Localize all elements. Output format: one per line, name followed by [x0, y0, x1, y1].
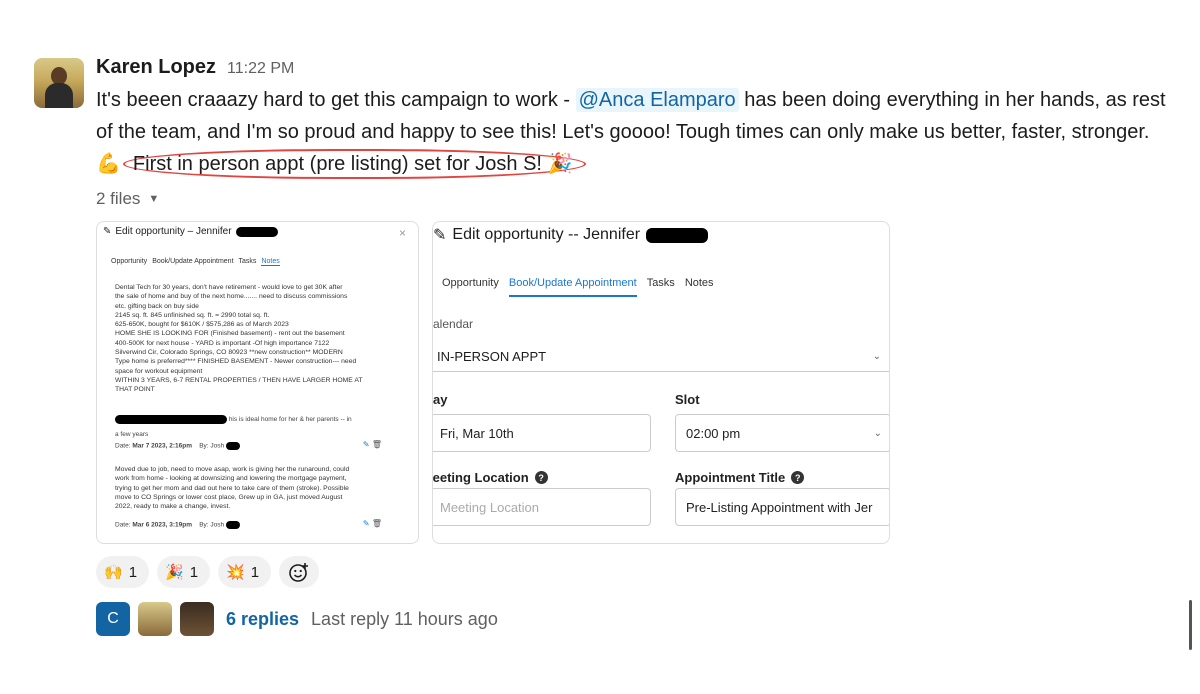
appointment-title-field: Pre-Listing Appointment with Jer — [675, 488, 889, 526]
slot-label: Slot — [675, 392, 700, 407]
thread-summary[interactable]: C 6 replies Last reply 11 hours ago — [96, 602, 498, 636]
file1-note1-meta: Date: Mar 7 2023, 2:16pm By: Josh — [115, 442, 240, 450]
calendar-select: IN-PERSON APPT ⌄ — [433, 342, 889, 372]
edit-icon: ✎ — [103, 226, 112, 237]
circled-text: First in person appt (pre listing) set f… — [132, 153, 548, 175]
note-author: By: Josh — [199, 521, 225, 529]
help-icon: ? — [791, 471, 805, 484]
appointment-title-value: Pre-Listing Appointment with Jer — [686, 499, 873, 515]
day-label: ay — [433, 392, 448, 407]
reaction-raised-hands[interactable]: 🙌 1 — [96, 556, 150, 588]
redaction — [225, 442, 240, 450]
file1-note2-actions: ✎ 🗑 — [363, 519, 382, 528]
file1-note1-tail: his is ideal home for her & her parents … — [115, 415, 352, 424]
party-emoji: 🎉 — [165, 564, 184, 581]
redaction — [646, 227, 709, 243]
add-emoji-icon — [289, 563, 309, 582]
reaction-count: 1 — [128, 563, 138, 581]
thread-avatar — [180, 602, 214, 636]
date-label: Date: — [115, 442, 131, 450]
redaction — [235, 226, 278, 237]
thread-avatar — [138, 602, 172, 636]
help-icon: ? — [534, 471, 548, 484]
note-date: Mar 7 2023, 2:16pm — [132, 442, 192, 450]
slot-select: 02:00 pm ⌄ — [675, 414, 889, 452]
file1-note2-text: Moved due to job, need to move asap, wor… — [115, 466, 350, 511]
file1-note1-tail-text: his is ideal home for her & her parents … — [228, 416, 352, 424]
file1-title-row: ✎ Edit opportunity – Jennifer — [103, 226, 278, 237]
file1-tab-notes: Notes — [261, 258, 280, 266]
replies-link[interactable]: 6 replies — [226, 609, 299, 630]
file-attachment-1[interactable]: ✎ Edit opportunity – Jennifer × Opportun… — [96, 221, 419, 544]
raised-hands-emoji: 🙌 — [104, 564, 123, 581]
calendar-label: alendar — [433, 317, 474, 331]
day-value: Fri, Mar 10th — [440, 425, 514, 441]
file1-tab-opportunity: Opportunity — [111, 258, 148, 265]
files-toggle[interactable]: 2 files ▼ — [96, 188, 1186, 210]
day-field: Fri, Mar 10th — [433, 414, 651, 452]
file2-tabs: Opportunity Book/Update Appointment Task… — [442, 277, 714, 297]
redaction — [225, 521, 240, 529]
edit-icon: ✎ — [433, 227, 447, 244]
file1-note1-actions: ✎ 🗑 — [363, 440, 382, 449]
reaction-party[interactable]: 🎉 1 — [157, 556, 211, 588]
slot-value: 02:00 pm — [686, 425, 741, 441]
message-text-part1: It's beeen craaazy hard to get this camp… — [96, 89, 576, 111]
file2-tab-notes: Notes — [684, 277, 714, 289]
file2-title-row: ✎ Edit opportunity -- Jennifer — [433, 225, 709, 245]
file1-note1-tail2: a few years — [115, 431, 149, 438]
reaction-collision[interactable]: 💥 1 — [218, 556, 272, 588]
file1-note1-text: Dental Tech for 30 years, don't have ret… — [115, 284, 363, 394]
author-name[interactable]: Karen Lopez — [96, 56, 216, 79]
appointment-title-label: Appointment Title — [675, 470, 786, 485]
caret-down-icon: ▼ — [148, 193, 160, 205]
circled-highlight: First in person appt (pre listing) set f… — [122, 149, 587, 179]
collision-emoji: 💥 — [226, 564, 245, 581]
file1-tabs: Opportunity Book/Update Appointment Task… — [111, 258, 280, 266]
meeting-location-field: Meeting Location — [433, 488, 651, 526]
scrollbar[interactable] — [1189, 600, 1192, 650]
file2-tab-book: Book/Update Appointment — [508, 277, 637, 297]
note-date: Mar 6 2023, 3:19pm — [132, 521, 192, 529]
last-reply-time: Last reply 11 hours ago — [311, 608, 498, 629]
date-label: Date: — [115, 521, 131, 529]
file2-tab-tasks: Tasks — [646, 277, 675, 289]
close-icon: × — [398, 226, 406, 240]
redaction — [115, 415, 227, 424]
file1-title: Edit opportunity – Jennifer — [115, 226, 232, 237]
chevron-down-icon: ⌄ — [872, 351, 881, 362]
calendar-value: IN-PERSON APPT — [437, 349, 547, 364]
chevron-down-icon: ⌄ — [873, 427, 882, 439]
thread-avatar-letter: C — [96, 602, 130, 636]
meeting-location-label: leeting Location — [432, 470, 529, 485]
files-count-label: 2 files — [96, 189, 141, 208]
message-timestamp[interactable]: 11:22 PM — [227, 60, 294, 78]
muscle-emoji: 💪 — [96, 153, 121, 175]
author-avatar[interactable] — [34, 58, 84, 108]
trash-icon: 🗑 — [371, 519, 382, 528]
message-content: Karen Lopez 11:22 PM It's beeen craaazy … — [96, 56, 1186, 210]
party-emoji: 🎉 — [547, 153, 573, 175]
file2-tab-opportunity: Opportunity — [442, 277, 499, 289]
edit-icon: ✎ — [362, 440, 370, 449]
meeting-location-placeholder: Meeting Location — [440, 499, 540, 515]
file2-title: Edit opportunity -- Jennifer — [452, 226, 641, 243]
add-reaction-button[interactable] — [279, 556, 320, 588]
appointment-title-label-row: Appointment Title? — [675, 470, 805, 485]
edit-icon: ✎ — [362, 519, 370, 528]
reaction-count: 1 — [250, 563, 260, 581]
message-text: It's beeen craaazy hard to get this camp… — [96, 84, 1166, 180]
note-author: By: Josh — [199, 442, 225, 450]
reactions-bar: 🙌 1 🎉 1 💥 1 — [96, 556, 320, 588]
trash-icon: 🗑 — [371, 440, 382, 449]
file1-tab-tasks: Tasks — [238, 258, 257, 265]
user-mention[interactable]: @Anca Elamparo — [575, 88, 739, 112]
file1-tab-book: Book/Update Appointment — [152, 258, 234, 265]
meeting-location-label-row: leeting Location? — [432, 470, 548, 485]
file-attachment-2[interactable]: ✎ Edit opportunity -- Jennifer Opportuni… — [432, 221, 890, 544]
file1-note2-meta: Date: Mar 6 2023, 3:19pm By: Josh — [115, 521, 240, 529]
reaction-count: 1 — [189, 563, 199, 581]
message-header: Karen Lopez 11:22 PM — [96, 56, 1186, 84]
